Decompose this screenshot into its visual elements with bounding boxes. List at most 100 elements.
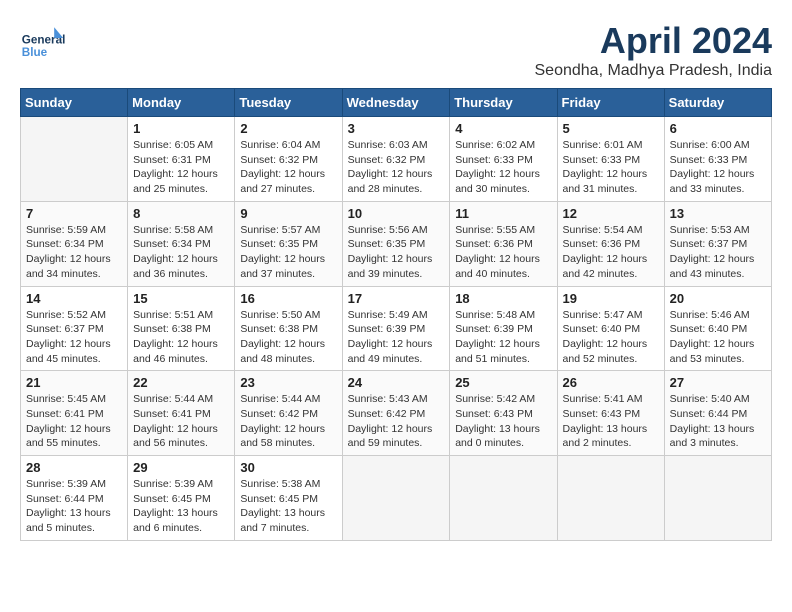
day-number: 27: [670, 375, 766, 390]
day-info: Sunrise: 5:44 AMSunset: 6:41 PMDaylight:…: [133, 392, 229, 451]
calendar-cell: 26 Sunrise: 5:41 AMSunset: 6:43 PMDayligh…: [557, 371, 664, 456]
day-info: Sunrise: 5:39 AMSunset: 6:44 PMDaylight:…: [26, 477, 122, 536]
day-info: Sunrise: 5:54 AMSunset: 6:36 PMDaylight:…: [563, 223, 659, 282]
day-of-week-header: Monday: [128, 89, 235, 117]
calendar-cell: 12 Sunrise: 5:54 AMSunset: 6:36 PMDayligh…: [557, 201, 664, 286]
day-info: Sunrise: 5:45 AMSunset: 6:41 PMDaylight:…: [26, 392, 122, 451]
calendar-cell: 6 Sunrise: 6:00 AMSunset: 6:33 PMDaylight…: [664, 117, 771, 202]
location: Seondha, Madhya Pradesh, India: [535, 62, 773, 80]
day-number: 2: [240, 121, 336, 136]
day-info: Sunrise: 5:41 AMSunset: 6:43 PMDaylight:…: [563, 392, 659, 451]
logo: General Blue: [20, 20, 65, 65]
day-info: Sunrise: 5:46 AMSunset: 6:40 PMDaylight:…: [670, 308, 766, 367]
day-number: 26: [563, 375, 659, 390]
day-info: Sunrise: 5:38 AMSunset: 6:45 PMDaylight:…: [240, 477, 336, 536]
calendar-cell: 3 Sunrise: 6:03 AMSunset: 6:32 PMDaylight…: [342, 117, 450, 202]
calendar-cell: [664, 456, 771, 541]
day-info: Sunrise: 6:00 AMSunset: 6:33 PMDaylight:…: [670, 138, 766, 197]
day-number: 24: [348, 375, 445, 390]
day-info: Sunrise: 6:05 AMSunset: 6:31 PMDaylight:…: [133, 138, 229, 197]
day-number: 10: [348, 206, 445, 221]
day-of-week-header: Tuesday: [235, 89, 342, 117]
day-number: 17: [348, 291, 445, 306]
calendar-cell: 13Sunrise: 5:53 AMSunset: 6:37 PMDayligh…: [664, 201, 771, 286]
title-section: April 2024 Seondha, Madhya Pradesh, Indi…: [535, 20, 773, 80]
day-info: Sunrise: 5:43 AMSunset: 6:42 PMDaylight:…: [348, 392, 445, 451]
day-info: Sunrise: 6:04 AMSunset: 6:32 PMDaylight:…: [240, 138, 336, 197]
month-title: April 2024: [535, 20, 773, 62]
day-info: Sunrise: 5:51 AMSunset: 6:38 PMDaylight:…: [133, 308, 229, 367]
day-info: Sunrise: 5:49 AMSunset: 6:39 PMDaylight:…: [348, 308, 445, 367]
day-info: Sunrise: 5:55 AMSunset: 6:36 PMDaylight:…: [455, 223, 551, 282]
day-number: 16: [240, 291, 336, 306]
day-number: 1: [133, 121, 229, 136]
day-number: 29: [133, 460, 229, 475]
day-number: 6: [670, 121, 766, 136]
day-number: 4: [455, 121, 551, 136]
day-number: 19: [563, 291, 659, 306]
day-of-week-header: Sunday: [21, 89, 128, 117]
day-info: Sunrise: 5:42 AMSunset: 6:43 PMDaylight:…: [455, 392, 551, 451]
day-of-week-header: Saturday: [664, 89, 771, 117]
calendar-cell: [342, 456, 450, 541]
day-number: 12: [563, 206, 659, 221]
calendar-cell: 20 Sunrise: 5:46 AMSunset: 6:40 PMDayligh…: [664, 286, 771, 371]
calendar-cell: 24 Sunrise: 5:43 AMSunset: 6:42 PMDayligh…: [342, 371, 450, 456]
day-number: 22: [133, 375, 229, 390]
calendar-cell: 25Sunrise: 5:42 AMSunset: 6:43 PMDayligh…: [450, 371, 557, 456]
day-info: Sunrise: 5:53 AMSunset: 6:37 PMDaylight:…: [670, 223, 766, 282]
day-number: 5: [563, 121, 659, 136]
svg-text:Blue: Blue: [22, 46, 48, 59]
calendar-cell: [557, 456, 664, 541]
day-info: Sunrise: 6:03 AMSunset: 6:32 PMDaylight:…: [348, 138, 445, 197]
calendar-cell: 28Sunrise: 5:39 AMSunset: 6:44 PMDayligh…: [21, 456, 128, 541]
calendar-cell: 18Sunrise: 5:48 AMSunset: 6:39 PMDayligh…: [450, 286, 557, 371]
calendar-cell: 27 Sunrise: 5:40 AMSunset: 6:44 PMDayligh…: [664, 371, 771, 456]
day-number: 30: [240, 460, 336, 475]
day-info: Sunrise: 5:59 AMSunset: 6:34 PMDaylight:…: [26, 223, 122, 282]
calendar-cell: 10 Sunrise: 5:56 AMSunset: 6:35 PMDayligh…: [342, 201, 450, 286]
day-number: 9: [240, 206, 336, 221]
day-of-week-header: Wednesday: [342, 89, 450, 117]
calendar-cell: [450, 456, 557, 541]
day-number: 21: [26, 375, 122, 390]
calendar-cell: 4 Sunrise: 6:02 AMSunset: 6:33 PMDaylight…: [450, 117, 557, 202]
calendar-cell: [21, 117, 128, 202]
logo-icon: General Blue: [20, 20, 65, 65]
calendar-cell: 19 Sunrise: 5:47 AMSunset: 6:40 PMDayligh…: [557, 286, 664, 371]
day-number: 7: [26, 206, 122, 221]
day-number: 14: [26, 291, 122, 306]
day-info: Sunrise: 5:52 AMSunset: 6:37 PMDaylight:…: [26, 308, 122, 367]
day-info: Sunrise: 5:40 AMSunset: 6:44 PMDaylight:…: [670, 392, 766, 451]
day-info: Sunrise: 6:02 AMSunset: 6:33 PMDaylight:…: [455, 138, 551, 197]
day-info: Sunrise: 5:50 AMSunset: 6:38 PMDaylight:…: [240, 308, 336, 367]
calendar-cell: 7 Sunrise: 5:59 AMSunset: 6:34 PMDaylight…: [21, 201, 128, 286]
calendar-cell: 14 Sunrise: 5:52 AMSunset: 6:37 PMDayligh…: [21, 286, 128, 371]
calendar-cell: 9 Sunrise: 5:57 AMSunset: 6:35 PMDaylight…: [235, 201, 342, 286]
day-number: 11: [455, 206, 551, 221]
calendar-cell: 8 Sunrise: 5:58 AMSunset: 6:34 PMDaylight…: [128, 201, 235, 286]
calendar-cell: 15 Sunrise: 5:51 AMSunset: 6:38 PMDayligh…: [128, 286, 235, 371]
day-number: 3: [348, 121, 445, 136]
calendar-cell: 30 Sunrise: 5:38 AMSunset: 6:45 PMDayligh…: [235, 456, 342, 541]
day-number: 15: [133, 291, 229, 306]
day-info: Sunrise: 5:39 AMSunset: 6:45 PMDaylight:…: [133, 477, 229, 536]
calendar-cell: 5Sunrise: 6:01 AMSunset: 6:33 PMDaylight…: [557, 117, 664, 202]
day-of-week-header: Friday: [557, 89, 664, 117]
day-of-week-header: Thursday: [450, 89, 557, 117]
calendar-cell: 21 Sunrise: 5:45 AMSunset: 6:41 PMDayligh…: [21, 371, 128, 456]
calendar-cell: 23 Sunrise: 5:44 AMSunset: 6:42 PMDayligh…: [235, 371, 342, 456]
day-number: 20: [670, 291, 766, 306]
day-info: Sunrise: 5:47 AMSunset: 6:40 PMDaylight:…: [563, 308, 659, 367]
day-info: Sunrise: 5:44 AMSunset: 6:42 PMDaylight:…: [240, 392, 336, 451]
calendar-cell: 16 Sunrise: 5:50 AMSunset: 6:38 PMDayligh…: [235, 286, 342, 371]
day-number: 18: [455, 291, 551, 306]
calendar-cell: 22 Sunrise: 5:44 AMSunset: 6:41 PMDayligh…: [128, 371, 235, 456]
day-number: 23: [240, 375, 336, 390]
calendar-table: SundayMondayTuesdayWednesdayThursdayFrid…: [20, 88, 772, 541]
day-info: Sunrise: 5:56 AMSunset: 6:35 PMDaylight:…: [348, 223, 445, 282]
day-info: Sunrise: 5:57 AMSunset: 6:35 PMDaylight:…: [240, 223, 336, 282]
day-number: 8: [133, 206, 229, 221]
calendar-cell: 2 Sunrise: 6:04 AMSunset: 6:32 PMDaylight…: [235, 117, 342, 202]
day-info: Sunrise: 5:58 AMSunset: 6:34 PMDaylight:…: [133, 223, 229, 282]
